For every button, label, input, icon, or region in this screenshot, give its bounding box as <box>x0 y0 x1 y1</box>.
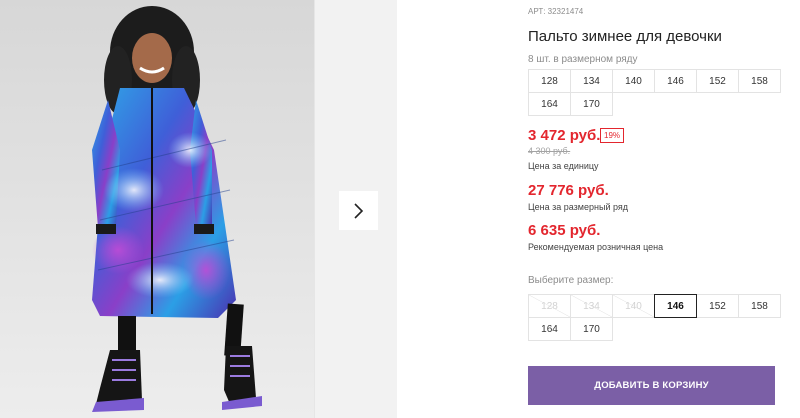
size-option[interactable]: 170 <box>570 317 613 341</box>
size-row-table: 128 134 140 146 152 158 164 170 <box>528 69 781 116</box>
size-option[interactable]: 164 <box>528 317 571 341</box>
old-price: 4 300 руб. <box>528 146 571 156</box>
size-option-disabled: 128 <box>528 294 571 318</box>
rrp-price: 6 635 руб. <box>528 222 601 239</box>
add-to-cart-button[interactable]: ДОБАВИТЬ В КОРЗИНУ <box>528 366 775 405</box>
size-option[interactable]: 158 <box>738 294 781 318</box>
size-row-cell: 140 <box>612 69 655 93</box>
size-option-disabled: 140 <box>612 294 655 318</box>
size-row-cell: 158 <box>738 69 781 93</box>
product-title: Пальто зимнее для девочки <box>528 28 722 45</box>
size-option[interactable]: 152 <box>696 294 739 318</box>
discount-badge: 19% <box>600 128 625 143</box>
pack-size-note: 8 шт. в размерном ряду <box>528 54 638 65</box>
next-image-button[interactable] <box>339 191 378 230</box>
product-info: АРТ: 32321474 Пальто зимнее для девочки … <box>528 0 800 418</box>
pack-price: 27 776 руб. <box>528 182 609 199</box>
gallery-divider <box>314 0 315 418</box>
rrp-price-caption: Рекомендуемая розничная цена <box>528 242 664 252</box>
size-option-selected[interactable]: 146 <box>654 294 697 318</box>
size-row-cell: 146 <box>654 69 697 93</box>
size-row-cell: 170 <box>570 92 613 116</box>
size-row-cell: 128 <box>528 69 571 93</box>
product-gallery <box>0 0 397 418</box>
size-picker: 128 134 140 146 152 158 164 170 <box>528 294 781 341</box>
article-number: АРТ: 32321474 <box>528 7 584 16</box>
size-row-cell: 134 <box>570 69 613 93</box>
chevron-right-icon <box>353 202 363 219</box>
size-row-cell: 152 <box>696 69 739 93</box>
unit-price-caption: Цена за единицу <box>528 161 599 171</box>
size-picker-label: Выберите размер: <box>528 275 614 286</box>
unit-price: 3 472 руб. <box>528 127 601 144</box>
pack-price-caption: Цена за размерный ряд <box>528 202 629 212</box>
product-photo[interactable] <box>0 0 314 418</box>
size-option-disabled: 134 <box>570 294 613 318</box>
size-row-cell: 164 <box>528 92 571 116</box>
